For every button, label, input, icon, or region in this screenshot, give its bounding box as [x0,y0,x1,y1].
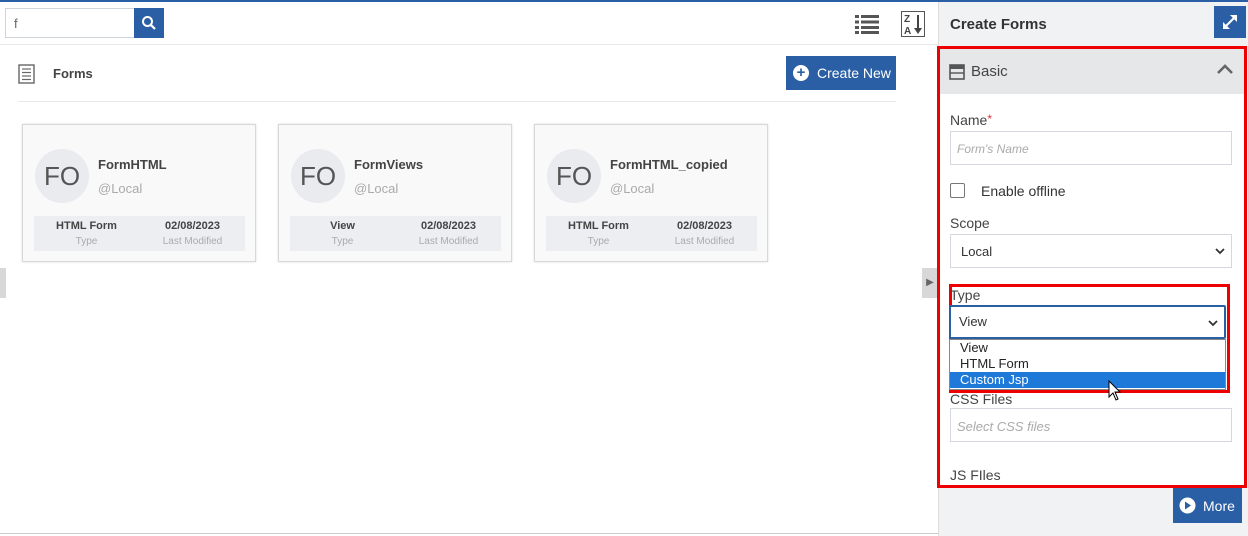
form-card[interactable]: FO FormViews @Local View Type 02/08/2023… [278,124,512,262]
basic-section: Basic Name* Form's Name Enable offline S… [937,46,1247,488]
type-option-view[interactable]: View [950,340,1225,356]
search-button[interactable] [134,8,164,38]
modified-label: Last Modified [674,236,735,247]
form-card[interactable]: FO FormHTML @Local HTML Form Type 02/08/… [22,124,256,262]
type-column: HTML Form Type [34,220,139,247]
type-dropdown: View HTML Form Custom Jsp [949,339,1226,390]
card-meta: View Type 02/08/2023 Last Modified [290,216,501,251]
type-value: View [959,314,987,329]
more-button[interactable]: More [1173,488,1242,523]
avatar: FO [291,149,345,203]
card-name: FormHTML [98,157,167,172]
form-name-field[interactable]: Form's Name [950,131,1232,165]
name-label-text: Name [950,112,988,128]
modified-label: Last Modified [418,236,479,247]
card-meta: HTML Form Type 02/08/2023 Last Modified [34,216,245,251]
basic-section-title: Basic [971,63,1008,80]
type-label: Type [75,236,98,247]
avatar: FO [547,149,601,203]
modified-column: 02/08/2023 Last Modified [140,220,245,247]
sort-za-icon[interactable]: Z A [901,11,925,37]
modified-value: 02/08/2023 [420,220,477,232]
bottom-divider [0,533,938,534]
list-view-icon[interactable] [855,14,879,34]
scope-select[interactable]: Local [950,234,1232,268]
type-label: Type [950,287,981,303]
modified-label: Last Modified [162,236,223,247]
left-collapse-handle[interactable] [0,268,6,298]
mouse-cursor-icon [1108,380,1122,401]
create-forms-panel: Create Forms Basic Name* Form's Name Ena… [937,2,1248,536]
scope-value: Local [961,244,993,259]
type-value: HTML Form [56,220,117,232]
type-column: HTML Form Type [546,220,651,247]
expand-icon [1223,15,1237,29]
card-location: @Local [354,181,399,196]
modified-column: 02/08/2023 Last Modified [396,220,501,247]
js-files-label: JS FIles [950,467,1001,483]
arrow-right-circle-icon [1179,497,1196,514]
document-icon [18,64,35,84]
type-value: View [330,220,355,232]
search-icon [142,16,156,30]
card-location: @Local [610,181,655,196]
svg-text:A: A [904,26,911,37]
toolbar-divider [0,44,938,45]
chevron-down-icon [1215,248,1225,255]
more-label: More [1203,497,1235,514]
type-option-html-form[interactable]: HTML Form [950,356,1225,372]
card-name: FormViews [354,157,424,172]
collapse-arrow-icon: ▶ [926,277,934,288]
chevron-down-icon [1208,320,1218,327]
create-new-button[interactable]: + Create New [786,56,896,90]
svg-text:Z: Z [904,14,910,25]
type-select[interactable]: View [949,305,1226,339]
basic-section-header[interactable]: Basic [940,49,1244,94]
modified-value: 02/08/2023 [676,220,733,232]
search-input[interactable]: f [5,8,134,38]
modified-column: 02/08/2023 Last Modified [652,220,757,247]
expand-button[interactable] [1214,6,1246,38]
type-label: Type [587,236,610,247]
card-location: @Local [98,181,143,196]
css-files-field[interactable]: Select CSS files [950,408,1232,442]
avatar: FO [35,149,89,203]
type-column: View Type [290,220,395,247]
scope-label: Scope [950,215,990,231]
type-value: HTML Form [568,220,629,232]
css-files-label: CSS Files [950,391,1013,407]
header-divider [18,101,896,102]
create-new-label: Create New [817,65,891,81]
enable-offline-label: Enable offline [981,183,1066,199]
required-marker: * [987,112,993,126]
form-layout-icon [949,64,965,80]
panel-title: Create Forms [950,16,1047,33]
chevron-up-icon[interactable] [1216,62,1234,76]
form-card[interactable]: FO FormHTML_copied @Local HTML Form Type… [534,124,768,262]
enable-offline-checkbox[interactable] [950,183,965,198]
modified-value: 02/08/2023 [164,220,221,232]
panel-collapse-handle[interactable]: ▶ [922,268,938,298]
card-meta: HTML Form Type 02/08/2023 Last Modified [546,216,757,251]
type-label: Type [331,236,354,247]
plus-circle-icon: + [793,65,809,81]
type-option-custom-jsp[interactable]: Custom Jsp [950,372,1225,388]
card-name: FormHTML_copied [610,157,728,172]
name-label: Name* [950,112,992,128]
page-title: Forms [53,66,93,81]
